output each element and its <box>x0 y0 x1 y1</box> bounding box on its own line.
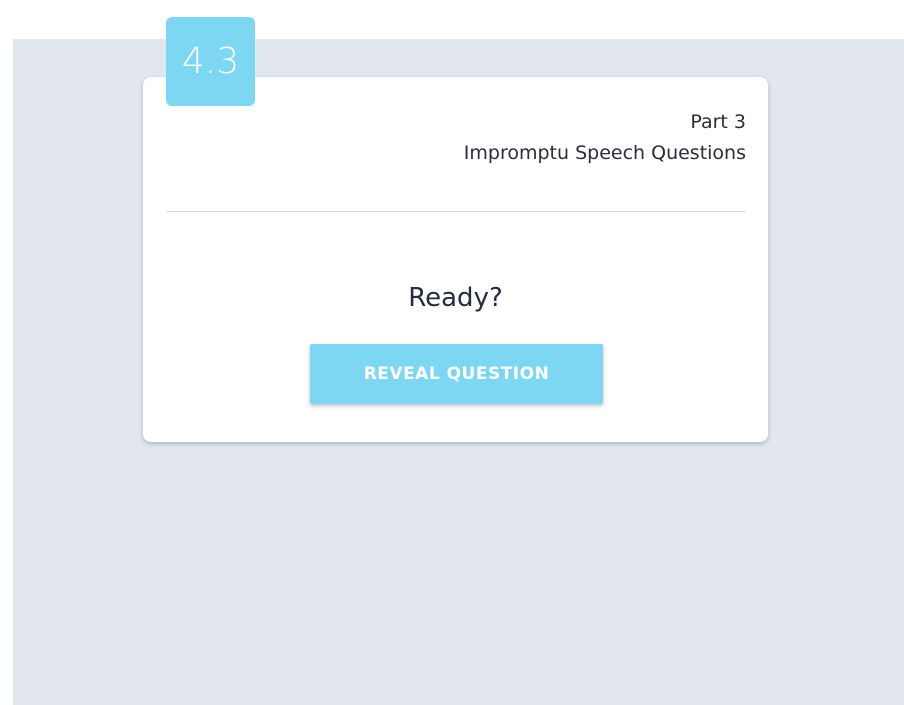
ready-prompt: Ready? <box>408 283 503 313</box>
page: 4.3 Part 3 Impromptu Speech Questions Re… <box>0 0 904 705</box>
section-number-badge: 4.3 <box>166 17 255 106</box>
divider <box>166 211 746 212</box>
reveal-question-label: REVEAL QUESTION <box>363 364 550 384</box>
reveal-question-button[interactable]: REVEAL QUESTION <box>310 344 603 404</box>
section-title: Impromptu Speech Questions <box>463 142 746 164</box>
question-card: Part 3 Impromptu Speech Questions Ready?… <box>143 77 768 442</box>
section-number: 4.3 <box>181 41 240 82</box>
part-label: Part 3 <box>690 111 746 133</box>
card-heading: Part 3 Impromptu Speech Questions <box>464 107 746 169</box>
